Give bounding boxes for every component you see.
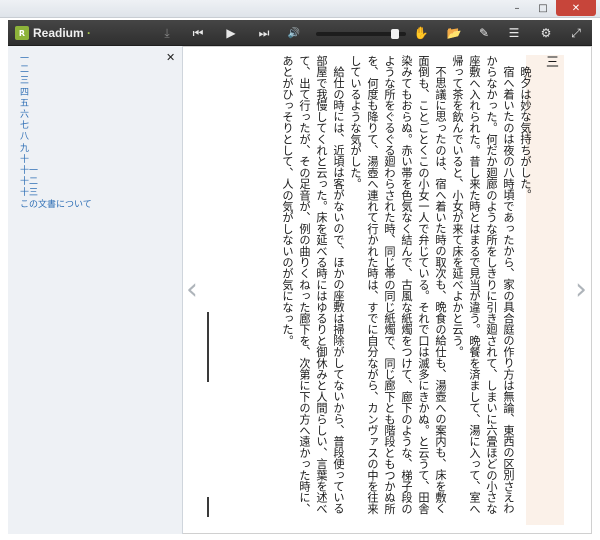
volume-button[interactable]: 🔊 [285,24,303,42]
rewind-icon: ⏮ [192,25,204,40]
toc-close-button[interactable]: ✕ [166,51,175,64]
toc-item[interactable]: 十二 [20,177,92,188]
toc-item[interactable]: 十 [20,155,92,166]
chevron-right-icon: › [575,272,587,307]
toc-item-about[interactable]: この文書について [20,200,92,211]
toc-item[interactable]: 八 [20,132,92,143]
audio-touch-button[interactable]: ✋ [412,24,430,42]
toc-item[interactable]: 四 [20,88,92,99]
gear-icon: ⚙ [540,26,552,40]
toc-item[interactable]: 十一 [20,166,92,177]
app-logo[interactable]: R Readium · [15,24,91,42]
chapter-text: 三 晩夕は妙な気持ちがした。 宿へ着いたのは夜の八時頃であったから、家の具合庭の… [279,55,565,525]
fullscreen-icon: ⤢ [571,25,581,40]
paragraph: 不思議に思ったのは、宿へ着いた時の取次も、晩食の給仕も、湯壺への案内も、床を敷く… [349,55,447,515]
close-window-button[interactable]: ✕ [556,0,596,16]
chapter-heading: 三 [543,55,558,68]
folder-icon: 📂 [446,26,462,40]
toc-list: 一 二 三 四 五 六 七 八 九 十 十一 十二 十三 この文書について [20,54,92,211]
minimize-button[interactable]: – [504,0,530,16]
settings-button[interactable]: ⚙ [537,24,555,42]
readium-logo-icon: R [15,26,29,40]
app-toolbar: R Readium · ⤓ ⏮ ▶ ⏭ 🔊 ✋ 📂 ✎ ☰ ⚙ ⤢ [8,20,592,46]
download-button[interactable]: ⤓ [158,24,176,42]
toc-button[interactable]: ☰ [505,24,523,42]
annotate-button[interactable]: ✎ [475,24,493,42]
app-name: Readium · [33,26,92,40]
paragraph: 晩夕は妙な気持ちがした。 [519,66,532,201]
paragraph: 給仕の時には、近頃は客がないので、ほかの座敷は掃除がしてないから、普段使っている… [281,55,345,515]
toc-item[interactable]: 二 [20,65,92,76]
play-button[interactable]: ▶ [222,24,240,42]
edit-icon: ✎ [478,26,490,40]
reading-page: 三 晩夕は妙な気持ちがした。 宿へ着いたのは夜の八時頃であったから、家の具合庭の… [205,55,565,525]
toc-item[interactable]: 五 [20,99,92,110]
previous-page-button[interactable]: ‹ [186,275,198,305]
volume-slider[interactable] [316,29,406,39]
window-controls: – □ ✕ [504,0,596,16]
previous-button[interactable]: ⏮ [189,24,207,42]
fast-forward-icon: ⏭ [258,25,270,40]
paragraph: 宿へ着いたのは夜の八時頃であったから、家の具合庭の作り方は無論、東西の区別さえわ… [451,55,515,515]
list-icon: ☰ [508,26,520,40]
next-page-button[interactable]: › [575,275,587,305]
volume-icon: 🔊 [287,27,301,39]
toc-item[interactable]: 七 [20,121,92,132]
hand-pointer-icon: ✋ [413,26,429,40]
text-fragment [207,312,209,382]
toc-item[interactable]: 六 [20,110,92,121]
text-fragment [207,497,209,517]
toc-item[interactable]: 三 [20,76,92,87]
fullscreen-button[interactable]: ⤢ [567,24,585,42]
toc-item[interactable]: 九 [20,144,92,155]
download-icon: ⤓ [164,25,170,40]
window-titlebar: – □ ✕ [0,0,600,18]
maximize-button[interactable]: □ [530,0,556,16]
chevron-left-icon: ‹ [186,272,198,307]
toc-item[interactable]: 一 [20,54,92,65]
play-icon: ▶ [226,26,236,40]
next-button[interactable]: ⏭ [255,24,273,42]
toc-item[interactable]: 十三 [20,188,92,199]
toc-panel: ✕ 一 二 三 四 五 六 七 八 九 十 十一 十二 十三 この文書について [8,46,183,534]
close-icon: ✕ [166,51,176,64]
library-button[interactable]: 📂 [445,24,463,42]
volume-slider-handle[interactable] [391,29,400,39]
